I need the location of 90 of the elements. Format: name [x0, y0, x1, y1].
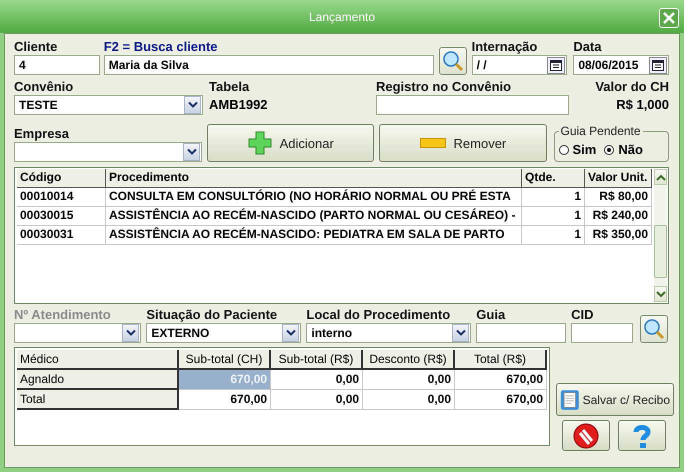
- calendar-button[interactable]: [649, 56, 668, 74]
- chevron-icon: [126, 329, 136, 337]
- input-field[interactable]: [571, 323, 634, 343]
- field-label: Valor do CH: [595, 78, 669, 95]
- column-header[interactable]: Médico: [17, 350, 179, 370]
- column-header[interactable]: Sub-total (R$): [271, 350, 363, 370]
- row-header: Total: [17, 390, 180, 410]
- chevron-down-icon: [656, 290, 666, 298]
- field-label: Tabela: [209, 78, 250, 95]
- dropdown[interactable]: interno: [306, 323, 472, 343]
- remove-button[interactable]: Remover: [379, 124, 546, 162]
- field-label: Data: [573, 38, 602, 55]
- client-code-field[interactable]: 4: [14, 55, 100, 75]
- company-dropdown[interactable]: [14, 142, 202, 162]
- table-cell: R$ 240,00: [585, 207, 652, 225]
- chevron-up-icon: [656, 174, 666, 180]
- radio-option[interactable]: Não: [604, 142, 643, 157]
- client-name-field[interactable]: Maria da Silva: [104, 55, 434, 75]
- dropdown[interactable]: EXTERNO: [146, 323, 302, 343]
- registration-field[interactable]: [376, 95, 569, 115]
- ch-value: R$ 1,000: [616, 96, 669, 114]
- table-cell: 0,00: [271, 370, 364, 390]
- table-cell: 670,00: [455, 390, 548, 410]
- search-icon: [442, 50, 464, 72]
- date-field[interactable]: / /: [472, 55, 568, 75]
- dropdown[interactable]: [14, 323, 142, 343]
- column-header[interactable]: Total (R$): [455, 350, 547, 370]
- table-cell: 1: [522, 226, 585, 244]
- close-icon: [662, 11, 676, 25]
- field-label: Registro no Convênio: [376, 78, 512, 95]
- field-label: Local do Procedimento: [306, 306, 452, 323]
- table-cell: 670,00: [179, 370, 272, 390]
- column-header[interactable]: Código: [17, 169, 106, 187]
- field-label: Cliente: [14, 38, 58, 55]
- table-cell: 670,00: [455, 370, 548, 390]
- minus-icon: [420, 138, 446, 148]
- field-label: Convênio: [14, 78, 74, 95]
- field-label: Guia: [476, 306, 506, 323]
- field-label: CID: [571, 306, 595, 323]
- field-label: Internação: [472, 38, 538, 55]
- column-header[interactable]: Procedimento: [106, 169, 522, 187]
- help-button[interactable]: [618, 420, 666, 451]
- add-button[interactable]: Adicionar: [207, 124, 374, 162]
- table-cell: R$ 350,00: [585, 226, 652, 244]
- calendar-icon: [550, 59, 562, 71]
- stop-icon: [572, 422, 600, 450]
- chevron-icon: [188, 101, 198, 109]
- group-title: Guia Pendente: [560, 124, 642, 138]
- table-cell: ASSISTÊNCIA AO RECÉM-NASCIDO (PARTO NORMAL OU CESÁREO) -: [106, 207, 522, 225]
- field-label: Nº Atendimento: [14, 306, 112, 323]
- table-value: AMB1992: [209, 96, 269, 114]
- scrollbar[interactable]: [654, 169, 667, 302]
- date-field[interactable]: 08/06/2015: [573, 55, 670, 75]
- calendar-icon: [652, 59, 664, 71]
- chevron-icon: [286, 329, 296, 337]
- window-title: Lançamento: [308, 10, 376, 24]
- table-cell: 1: [522, 207, 585, 225]
- table-cell: 00030031: [17, 226, 106, 244]
- field-label: Empresa: [14, 125, 70, 142]
- table-cell: 0,00: [363, 370, 456, 390]
- plus-icon: [248, 131, 272, 155]
- column-header[interactable]: Desconto (R$): [363, 350, 455, 370]
- scroll-thumb[interactable]: [654, 225, 667, 278]
- table-cell: ASSISTÊNCIA AO RECÉM-NASCIDO: PEDIATRA EM SALA DE PARTO: [106, 226, 522, 244]
- table-cell: CONSULTA EM CONSULTÓRIO (NO HORÁRIO NORMAL OU PRÉ ESTA: [106, 188, 522, 206]
- search-button[interactable]: [640, 315, 668, 343]
- save-button[interactable]: Salvar c/ Recibo: [556, 383, 674, 416]
- insurance-dropdown[interactable]: TESTE: [14, 95, 203, 115]
- column-header[interactable]: Valor Unit.: [585, 169, 652, 187]
- table-cell: 00010014: [17, 188, 106, 206]
- radio-option[interactable]: Sim: [558, 142, 596, 157]
- calendar-button[interactable]: [547, 56, 566, 74]
- search-icon: [643, 318, 666, 340]
- search-hint: F2 = Busca cliente: [104, 38, 219, 55]
- column-header[interactable]: Qtde.: [522, 169, 585, 187]
- table-cell: R$ 80,00: [585, 188, 652, 206]
- search-button[interactable]: [438, 47, 467, 75]
- cancel-button[interactable]: [562, 420, 610, 451]
- table-cell: 0,00: [271, 390, 364, 410]
- table-cell: 00030015: [17, 207, 106, 225]
- column-header[interactable]: Sub-total (CH): [179, 350, 271, 370]
- table-cell: 670,00: [179, 390, 272, 410]
- table-cell: 0,00: [363, 390, 456, 410]
- table-cell: 1: [522, 188, 585, 206]
- field-label: Situação do Paciente: [146, 306, 278, 323]
- row-header: Agnaldo: [17, 370, 180, 390]
- chevron-icon: [456, 329, 466, 337]
- chevron-icon: [186, 148, 197, 156]
- input-field[interactable]: [476, 323, 566, 343]
- close-button[interactable]: [659, 8, 679, 28]
